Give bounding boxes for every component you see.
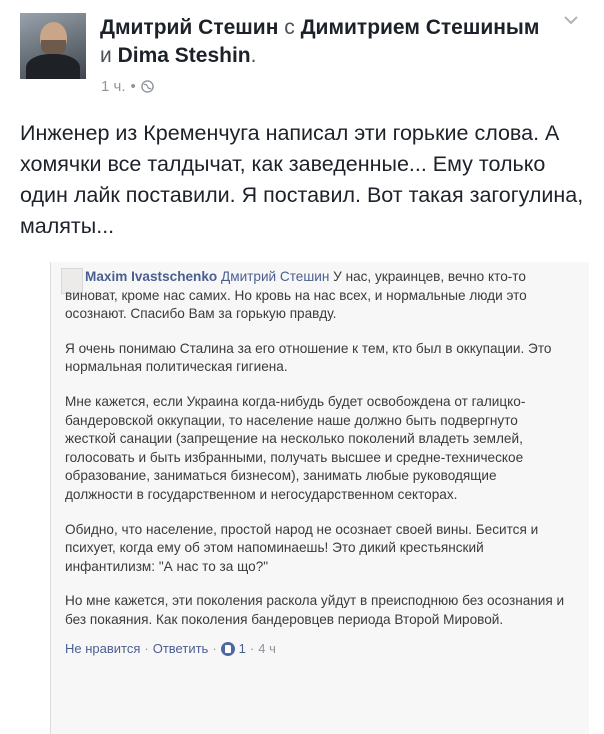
like-count: 1 [238,640,246,656]
author-name-link[interactable]: Дмитрий Стешин [100,16,278,39]
post-time-link[interactable]: 1 ч. [101,78,126,95]
post-meta: 1 ч. • [101,78,154,95]
meta-dot: • [130,78,136,95]
comment-mention-link: Дмитрий Стешин [221,269,330,284]
comment-paragraph-2: Я очень понимаю Сталина за его отношение… [65,340,552,375]
globe-icon[interactable] [140,80,154,93]
comment-paragraph-5: Но мне кажется, эти поколения раскола уй… [65,593,565,627]
comment-author-link: Maxim Ivastschenko [85,269,218,284]
embedded-comment-screenshot[interactable]: Maxim Ivastschenko Дмитрий Стешин У нас,… [50,262,589,734]
post-text: Инженер из Кременчуга написал эти горьки… [20,121,584,238]
reply-link: Ответить [152,640,209,656]
actions-separator-1: · [144,640,149,656]
comment-time: 4 ч [258,640,276,656]
avatar-body [26,54,80,79]
actions-separator-2: · [212,640,217,656]
and-word: и [100,44,112,67]
tagged-person-1-link[interactable]: Димитрием Стешиным [301,16,540,39]
author-avatar[interactable] [20,13,86,79]
avatar-beard [41,40,66,55]
comment-paragraph-4: Обидно, что население, простой народ не … [65,521,539,574]
chevron-down-icon[interactable] [563,14,579,26]
actions-separator-3: · [249,640,255,656]
header-period: . [250,44,257,67]
with-word: с [284,16,295,39]
comment-body: Maxim Ivastschenko Дмитрий Стешин У нас,… [65,268,565,658]
post-header: Дмитрий Стешин с Димитрием Стешиным и Di… [100,14,550,70]
comment-actions: Не нравится · Ответить · 1 · 4 ч [65,640,565,659]
like-icon [220,641,235,656]
comment-paragraph-3: Мне кажется, если Украина когда-нибудь б… [65,393,526,502]
unlike-link: Не нравится [65,640,141,656]
tagged-person-2-link[interactable]: Dima Steshin [118,44,251,67]
